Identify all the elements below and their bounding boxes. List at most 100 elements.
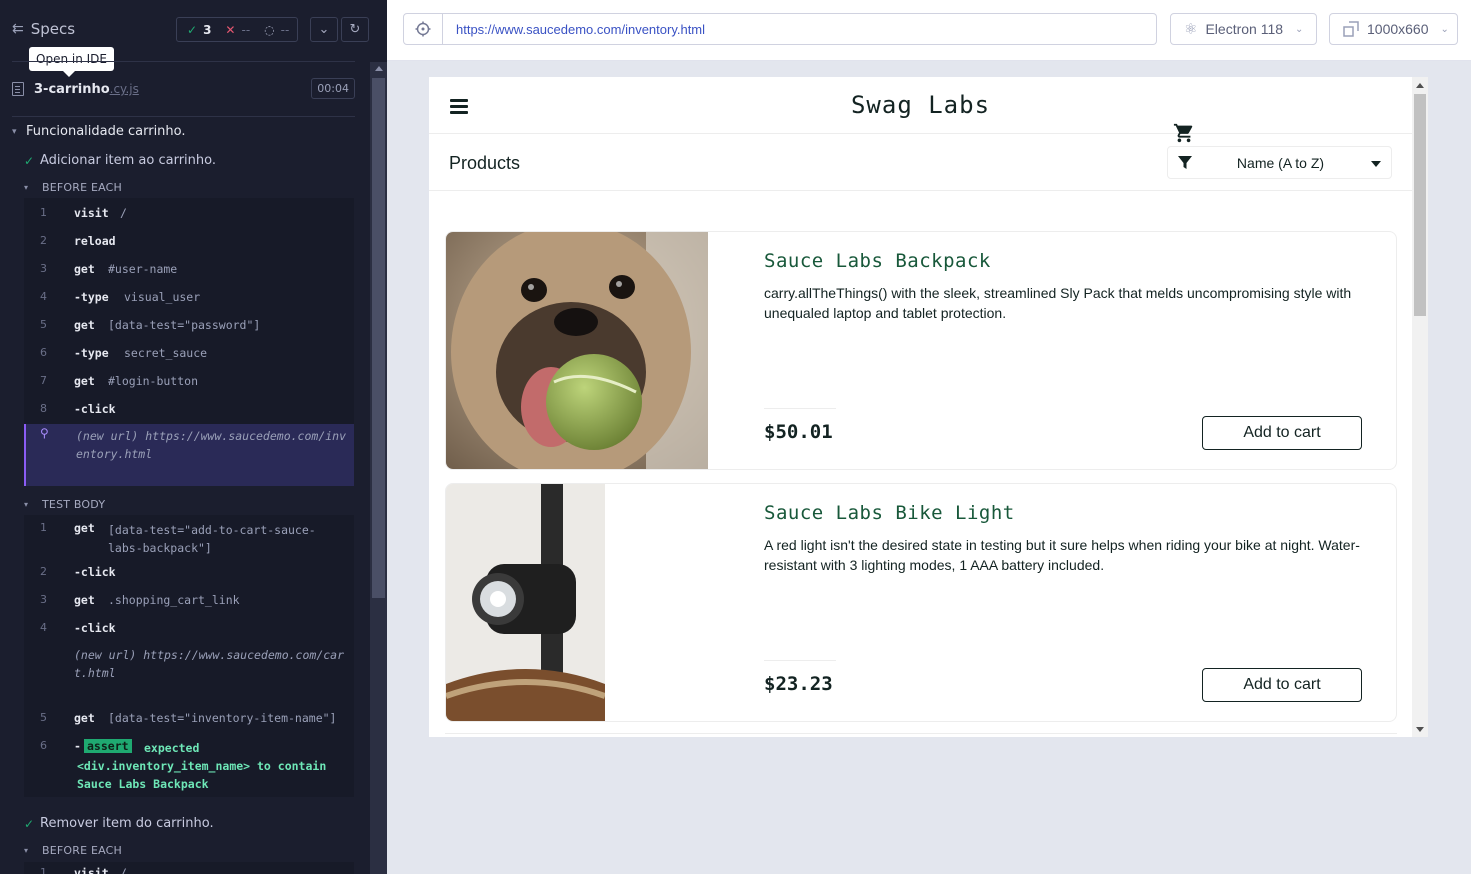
command-row[interactable]: 6 -type secret_sauce [24, 346, 354, 366]
viewport-icon [1343, 21, 1359, 37]
command-message: / [120, 866, 127, 874]
runnable-list: ▾ Funcionalidade carrinho. ✓ Adicionar i… [0, 118, 370, 874]
viewport-info[interactable]: 1000x660 ⌄ [1329, 13, 1458, 45]
scroll-thumb[interactable] [372, 78, 385, 598]
command-name: get [74, 521, 95, 535]
specs-list-icon: ⇇ [12, 21, 24, 37]
new-url-event[interactable]: (new url) https://www.saucedemo.com/cart… [24, 643, 354, 699]
spec-file-row[interactable]: 3-carrinho .cy.js 00:04 [12, 78, 355, 100]
rerun-button[interactable]: ↻ [341, 17, 369, 42]
command-row[interactable]: 2 reload [24, 234, 354, 254]
chevron-down-icon: ⌄ [1440, 23, 1449, 35]
spec-file-ext[interactable]: .cy.js [110, 82, 139, 96]
command-number: 6 [40, 346, 47, 359]
command-row[interactable]: 4 -type visual_user [24, 290, 354, 310]
test-title[interactable]: ✓ Remover item do carrinho. [24, 816, 214, 831]
spec-file-name[interactable]: 3-carrinho [34, 82, 110, 97]
product-price: $23.23 [764, 673, 833, 695]
suite-label: Funcionalidade carrinho. [26, 124, 186, 139]
auto-scroll-toggle[interactable]: ⌄ [310, 17, 338, 42]
product-image-bike-light[interactable] [446, 484, 605, 721]
assert-row[interactable]: 6 - assert expected <div.inventory_item_… [24, 739, 354, 795]
command-number: 8 [40, 402, 47, 415]
command-row[interactable]: 7 get #login-button [24, 374, 354, 394]
aut-scrollbar[interactable] [1412, 77, 1428, 737]
new-url-event[interactable]: ⚲ (new url) https://www.saucedemo.com/in… [24, 424, 354, 486]
command-name: get [74, 318, 95, 332]
command-row[interactable]: 4 -click [24, 621, 354, 641]
command-row[interactable]: 1 visit / [24, 206, 354, 226]
next-item-edge [445, 733, 1397, 737]
hook-label: BEFORE EACH [42, 181, 123, 194]
scroll-up-icon[interactable] [1416, 83, 1424, 88]
sort-select[interactable]: Name (A to Z) [1167, 146, 1392, 179]
pin-icon: ⚲ [40, 426, 49, 440]
command-number: 1 [40, 521, 47, 534]
reporter-scrollbar[interactable] [370, 62, 387, 874]
command-row[interactable]: 8 -click [24, 402, 354, 422]
add-to-cart-button[interactable]: Add to cart [1202, 668, 1362, 702]
assert-message: expected [144, 741, 200, 755]
test-body-commands: 1 get [data-test="add-to-cart-sauce-labs… [24, 515, 354, 797]
command-message: visual_user [124, 290, 201, 304]
electron-icon: ⚛ [1184, 21, 1198, 38]
command-number: 5 [40, 318, 47, 331]
inventory-item: Sauce Labs Bike Light A red light isn't … [445, 483, 1397, 722]
command-log-panel: ⇇ Specs ✓ 3 ✕ -- ◌ -- ⌄ ↻ Open in IDE 3-… [0, 0, 387, 874]
scroll-up-icon[interactable] [375, 66, 383, 71]
command-number: 6 [40, 739, 47, 752]
selector-playground-button[interactable] [403, 13, 443, 45]
sort-value: Name (A to Z) [1236, 155, 1325, 171]
command-number: 3 [40, 262, 47, 275]
command-name: -type [74, 346, 109, 360]
pending-icon: ◌ [264, 22, 275, 37]
before-each-commands: 1 visit / [24, 862, 354, 874]
chevron-down-icon: ▾ [12, 126, 17, 137]
command-message: .shopping_cart_link [108, 593, 240, 607]
command-row[interactable]: 2 -click [24, 565, 354, 585]
test-title[interactable]: ✓ Adicionar item ao carrinho. [24, 153, 216, 168]
command-row[interactable]: 5 get [data-test="inventory-item-name"] [24, 711, 354, 731]
app-logo: Swag Labs [850, 91, 991, 119]
assert-message: Sauce Labs Backpack [77, 777, 209, 791]
command-name: visit [74, 866, 109, 874]
chevron-down-icon: ⌄ [1295, 23, 1304, 35]
url-bar[interactable]: https://www.saucedemo.com/inventory.html [443, 13, 1157, 45]
aut-header: https://www.saucedemo.com/inventory.html… [387, 0, 1471, 61]
product-name[interactable]: Sauce Labs Backpack [764, 250, 991, 272]
add-to-cart-button[interactable]: Add to cart [1202, 416, 1362, 450]
scroll-thumb[interactable] [1414, 94, 1426, 316]
scroll-down-icon[interactable] [1416, 727, 1424, 732]
divider [12, 61, 355, 62]
secondary-header: Products Name (A to Z) [429, 134, 1412, 191]
chevron-down-icon: ▾ [24, 846, 29, 855]
command-row[interactable]: 3 get .shopping_cart_link [24, 593, 354, 613]
command-message: #user-name [108, 262, 178, 276]
product-name[interactable]: Sauce Labs Bike Light [764, 502, 1015, 524]
command-row[interactable]: 1 visit / [24, 866, 354, 874]
command-number: 4 [40, 290, 47, 303]
refresh-icon: ↻ [349, 22, 361, 37]
spec-duration: 00:04 [311, 78, 355, 99]
check-icon: ✓ [24, 816, 35, 831]
command-row[interactable]: 3 get #user-name [24, 262, 354, 282]
specs-toggle[interactable]: ⇇ Specs [12, 20, 75, 38]
test-label: Adicionar item ao carrinho. [40, 153, 217, 168]
command-row[interactable]: 5 get [data-test="password"] [24, 318, 354, 338]
command-message: / [120, 206, 127, 220]
hook-before-each[interactable]: ▾ BEFORE EACH [24, 181, 122, 194]
inventory-item: Sauce Labs Backpack carry.allTheThings()… [445, 231, 1397, 470]
command-message: [data-test="inventory-item-name"] [108, 711, 337, 725]
chevron-down-icon: ⌄ [318, 22, 330, 37]
product-image-backpack[interactable] [446, 232, 708, 469]
suite-title[interactable]: ▾ Funcionalidade carrinho. [12, 124, 186, 139]
command-row[interactable]: 1 get [data-test="add-to-cart-sauce-labs… [24, 521, 354, 559]
browser-selector[interactable]: ⚛ Electron 118 ⌄ [1170, 13, 1317, 45]
specs-label: Specs [30, 20, 76, 38]
passed-icon: ✓ [187, 22, 198, 37]
hook-test-body[interactable]: ▾ TEST BODY [24, 498, 105, 511]
open-in-ide-tooltip: Open in IDE [29, 47, 114, 77]
command-name: -type [74, 290, 109, 304]
command-message: [data-test="password"] [108, 318, 261, 332]
hook-before-each[interactable]: ▾ BEFORE EACH [24, 844, 122, 857]
